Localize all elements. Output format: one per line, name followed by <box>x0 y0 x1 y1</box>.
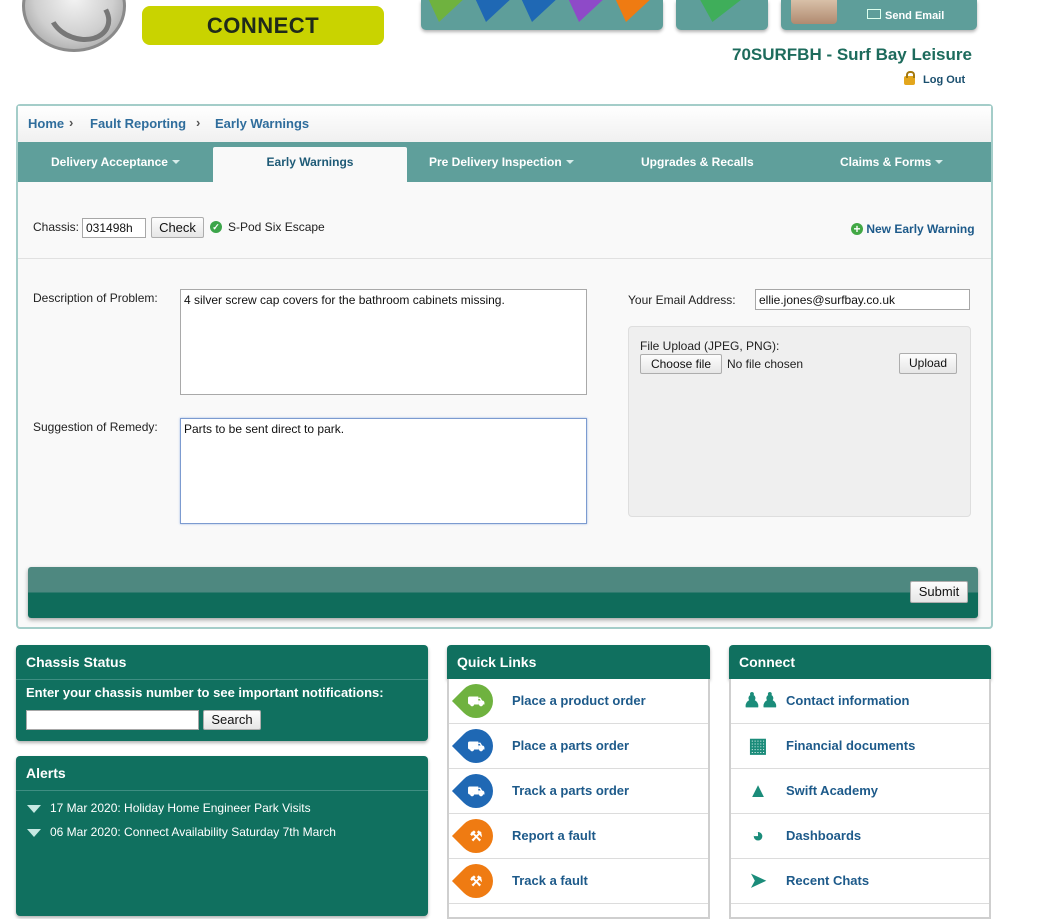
chevron-right-icon: › <box>196 115 201 130</box>
chassis-status-title: Chassis Status <box>26 654 127 670</box>
tools-icon: ⚒ <box>451 811 501 861</box>
chassis-label: Chassis: <box>33 220 80 234</box>
alert-item[interactable]: 17 Mar 2020: Holiday Home Engineer Park … <box>27 801 311 815</box>
logout-link[interactable]: Log Out <box>904 71 965 86</box>
gauge-icon: ◕ <box>751 825 765 847</box>
truck-icon[interactable] <box>520 0 560 22</box>
quick-link-place-product-order[interactable]: ⛟ Place a product order <box>449 676 708 726</box>
tab-early-warnings[interactable]: Early Warnings <box>213 147 407 182</box>
tab-upgrades-recalls[interactable]: Upgrades & Recalls <box>641 142 754 182</box>
connect-contact-information[interactable]: ♟♟ Contact information <box>731 679 989 724</box>
description-textarea[interactable]: 4 silver screw cap covers for the bathro… <box>180 289 587 395</box>
chevron-right-icon: › <box>69 115 74 130</box>
tools-icon: ⚒ <box>451 856 501 906</box>
submit-button[interactable]: Submit <box>910 581 968 603</box>
parts-icon[interactable] <box>474 0 514 22</box>
connect-recent-chats[interactable]: ➤ Recent Chats <box>731 859 989 904</box>
user-panel: Send Email <box>781 0 977 30</box>
envelope-icon <box>867 9 881 19</box>
caret-down-icon <box>171 160 180 164</box>
upload-button[interactable]: Upload <box>899 353 957 374</box>
arrow-down-icon <box>27 829 41 837</box>
chassis-search-button[interactable]: Search <box>203 710 261 730</box>
chat-icon-bar <box>676 0 768 30</box>
header-icon-bar <box>421 0 663 30</box>
remedy-textarea[interactable]: Parts to be sent direct to park. <box>180 418 587 524</box>
file-upload-label: File Upload (JPEG, PNG): <box>640 339 780 353</box>
megaphone-icon: ➤ <box>749 870 767 892</box>
quick-link-place-parts-order[interactable]: ⛟ Place a parts order <box>449 721 708 771</box>
description-label: Description of Problem: <box>33 291 158 305</box>
site-title: 70SURFBH - Surf Bay Leisure <box>732 45 972 64</box>
quick-link-track-parts-order[interactable]: ⛟ Track a parts order <box>449 766 708 816</box>
alert-item[interactable]: 06 Mar 2020: Connect Availability Saturd… <box>27 825 336 839</box>
breadcrumb: Home › Fault Reporting › Early Warnings <box>18 106 991 143</box>
connect-header: Connect <box>729 645 991 679</box>
quick-link-track-fault[interactable]: ⚒ Track a fault <box>449 856 708 906</box>
lock-icon <box>904 71 915 85</box>
no-file-text: No file chosen <box>727 357 804 371</box>
avatar <box>791 0 837 24</box>
chassis-status-prompt: Enter your chassis number to see importa… <box>26 685 384 700</box>
caravan-icon: ⛟ <box>451 676 501 726</box>
divider <box>18 258 991 259</box>
truck-icon: ⛟ <box>451 766 501 816</box>
breadcrumb-early-warnings[interactable]: Early Warnings <box>215 116 309 131</box>
check-button[interactable]: Check <box>151 217 204 238</box>
breadcrumb-fault-reporting[interactable]: Fault Reporting <box>90 116 186 131</box>
plus-icon: + <box>851 223 863 235</box>
caret-down-icon <box>935 160 944 164</box>
email-input[interactable] <box>755 289 970 310</box>
connect-logo[interactable]: CONNECT <box>142 6 384 45</box>
people-icon: ♟♟ <box>743 690 779 712</box>
chassis-status-box: Chassis Status Enter your chassis number… <box>16 645 428 741</box>
chassis-search-input[interactable] <box>26 710 199 730</box>
arrow-down-icon <box>27 805 41 813</box>
alerts-title: Alerts <box>26 765 66 781</box>
submit-bar <box>28 567 978 618</box>
quick-links-header: Quick Links <box>447 645 710 679</box>
connect-dashboards[interactable]: ◕ Dashboards <box>731 814 989 859</box>
tab-delivery-acceptance[interactable]: Delivery Acceptance <box>51 142 180 182</box>
quick-link-report-fault[interactable]: ⚒ Report a fault <box>449 811 708 861</box>
email-label: Your Email Address: <box>628 293 736 307</box>
model-name: S-Pod Six Escape <box>228 220 325 234</box>
quick-links-list: ⛟ Place a product order ⛟ Place a parts … <box>447 676 710 919</box>
academy-icon: ▲ <box>748 780 768 802</box>
connect-financial-documents[interactable]: ▦ Financial documents <box>731 724 989 769</box>
breadcrumb-home[interactable]: Home <box>28 116 64 131</box>
quick-links-title: Quick Links <box>457 654 537 670</box>
connect-swift-academy[interactable]: ▲ Swift Academy <box>731 769 989 814</box>
megaphone-icon[interactable] <box>698 0 746 22</box>
chassis-input[interactable] <box>82 218 146 238</box>
tab-claims-forms[interactable]: Claims & Forms <box>840 142 944 182</box>
alerts-box: Alerts 17 Mar 2020: Holiday Home Enginee… <box>16 756 428 916</box>
calculator-icon: ▦ <box>748 735 768 757</box>
remedy-label: Suggestion of Remedy: <box>33 420 158 434</box>
tools-icon[interactable] <box>614 0 654 22</box>
caret-down-icon <box>565 160 574 164</box>
tab-pre-delivery-inspection[interactable]: Pre Delivery Inspection <box>429 142 574 182</box>
connect-list: ♟♟ Contact information ▦ Financial docum… <box>729 679 991 919</box>
choose-file-button[interactable]: Choose file <box>640 354 722 374</box>
tab-bar: Delivery Acceptance Early Warnings Pre D… <box>18 142 991 182</box>
truck-icon: ⛟ <box>451 721 501 771</box>
check-ok-icon: ✓ <box>210 221 222 233</box>
swift-logo[interactable] <box>22 0 126 52</box>
caravan-icon[interactable] <box>427 0 467 22</box>
send-email-link[interactable]: Send Email <box>867 9 944 22</box>
gear-icon[interactable] <box>567 0 607 22</box>
new-early-warning-link[interactable]: + New Early Warning <box>851 222 975 236</box>
connect-title: Connect <box>739 654 795 670</box>
